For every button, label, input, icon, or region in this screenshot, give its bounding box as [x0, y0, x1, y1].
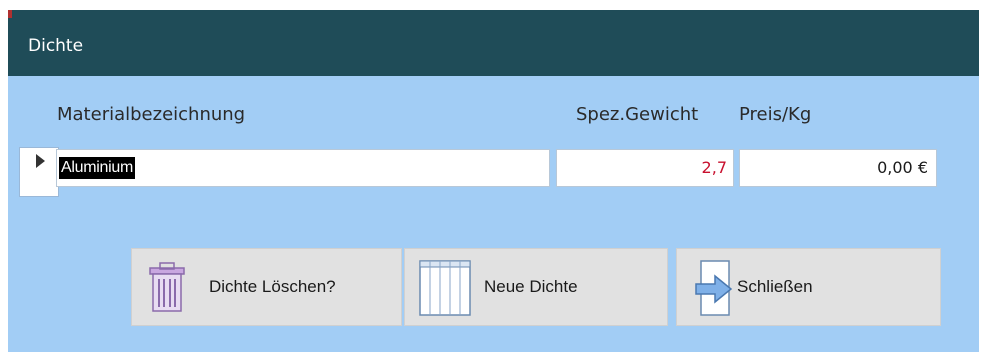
record-selector[interactable] [19, 147, 59, 197]
grid-sheet-icon [419, 260, 471, 321]
material-name-value: Aluminium [59, 157, 135, 179]
window-title: Dichte [28, 36, 84, 56]
window-corner-accent [8, 10, 12, 18]
price-per-kg-field[interactable]: 0,00 € [739, 149, 937, 187]
close-label: Schließen [737, 277, 813, 296]
trash-can-icon [148, 261, 186, 318]
specific-weight-field[interactable]: 2,7 [556, 149, 734, 187]
column-header-weight: Spez.Gewicht [576, 104, 699, 125]
new-density-button[interactable]: Neue Dichte [404, 248, 668, 326]
delete-density-button[interactable]: Dichte Löschen? [131, 248, 402, 326]
column-header-material: Materialbezeichnung [57, 104, 246, 125]
delete-density-label: Dichte Löschen? [209, 277, 336, 296]
material-name-field[interactable]: Aluminium [56, 149, 550, 187]
close-button[interactable]: Schließen [676, 248, 941, 326]
current-record-arrow-icon [36, 154, 45, 168]
new-density-label: Neue Dichte [484, 277, 578, 296]
exit-arrow-icon [695, 260, 735, 321]
dichte-window: Dichte Materialbezeichnung Spez.Gewicht … [8, 10, 979, 352]
column-header-price: Preis/Kg [739, 104, 812, 125]
titlebar: Dichte [8, 10, 979, 76]
